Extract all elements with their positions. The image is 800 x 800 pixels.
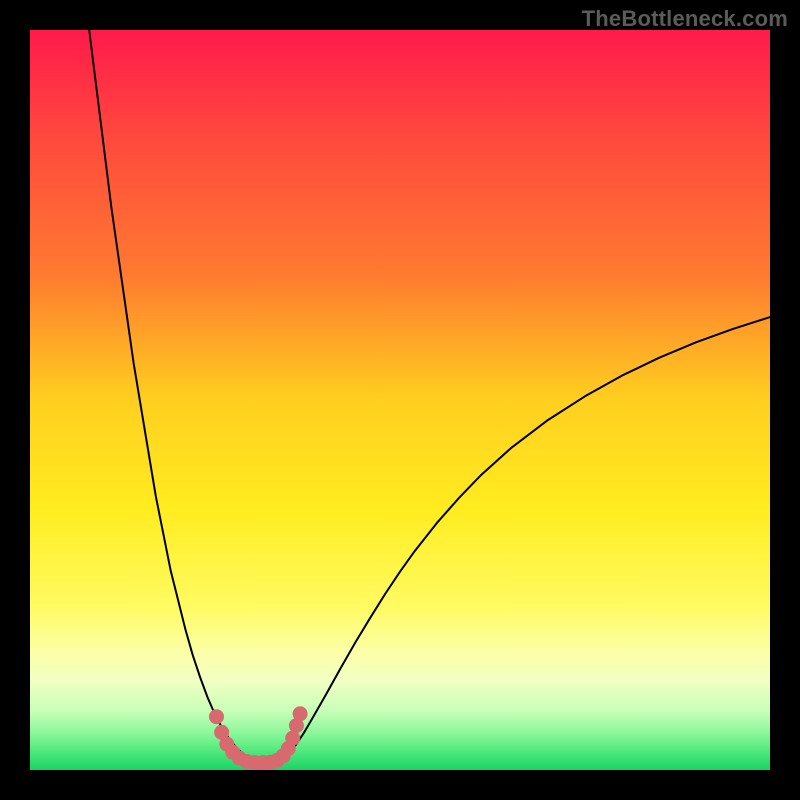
- watermark-text: TheBottleneck.com: [582, 6, 788, 32]
- gradient-background: [30, 30, 770, 770]
- chart-frame: TheBottleneck.com: [0, 0, 800, 800]
- valley-marker: [293, 706, 308, 721]
- plot-area: [30, 30, 770, 770]
- valley-marker: [209, 709, 224, 724]
- chart-svg: [30, 30, 770, 770]
